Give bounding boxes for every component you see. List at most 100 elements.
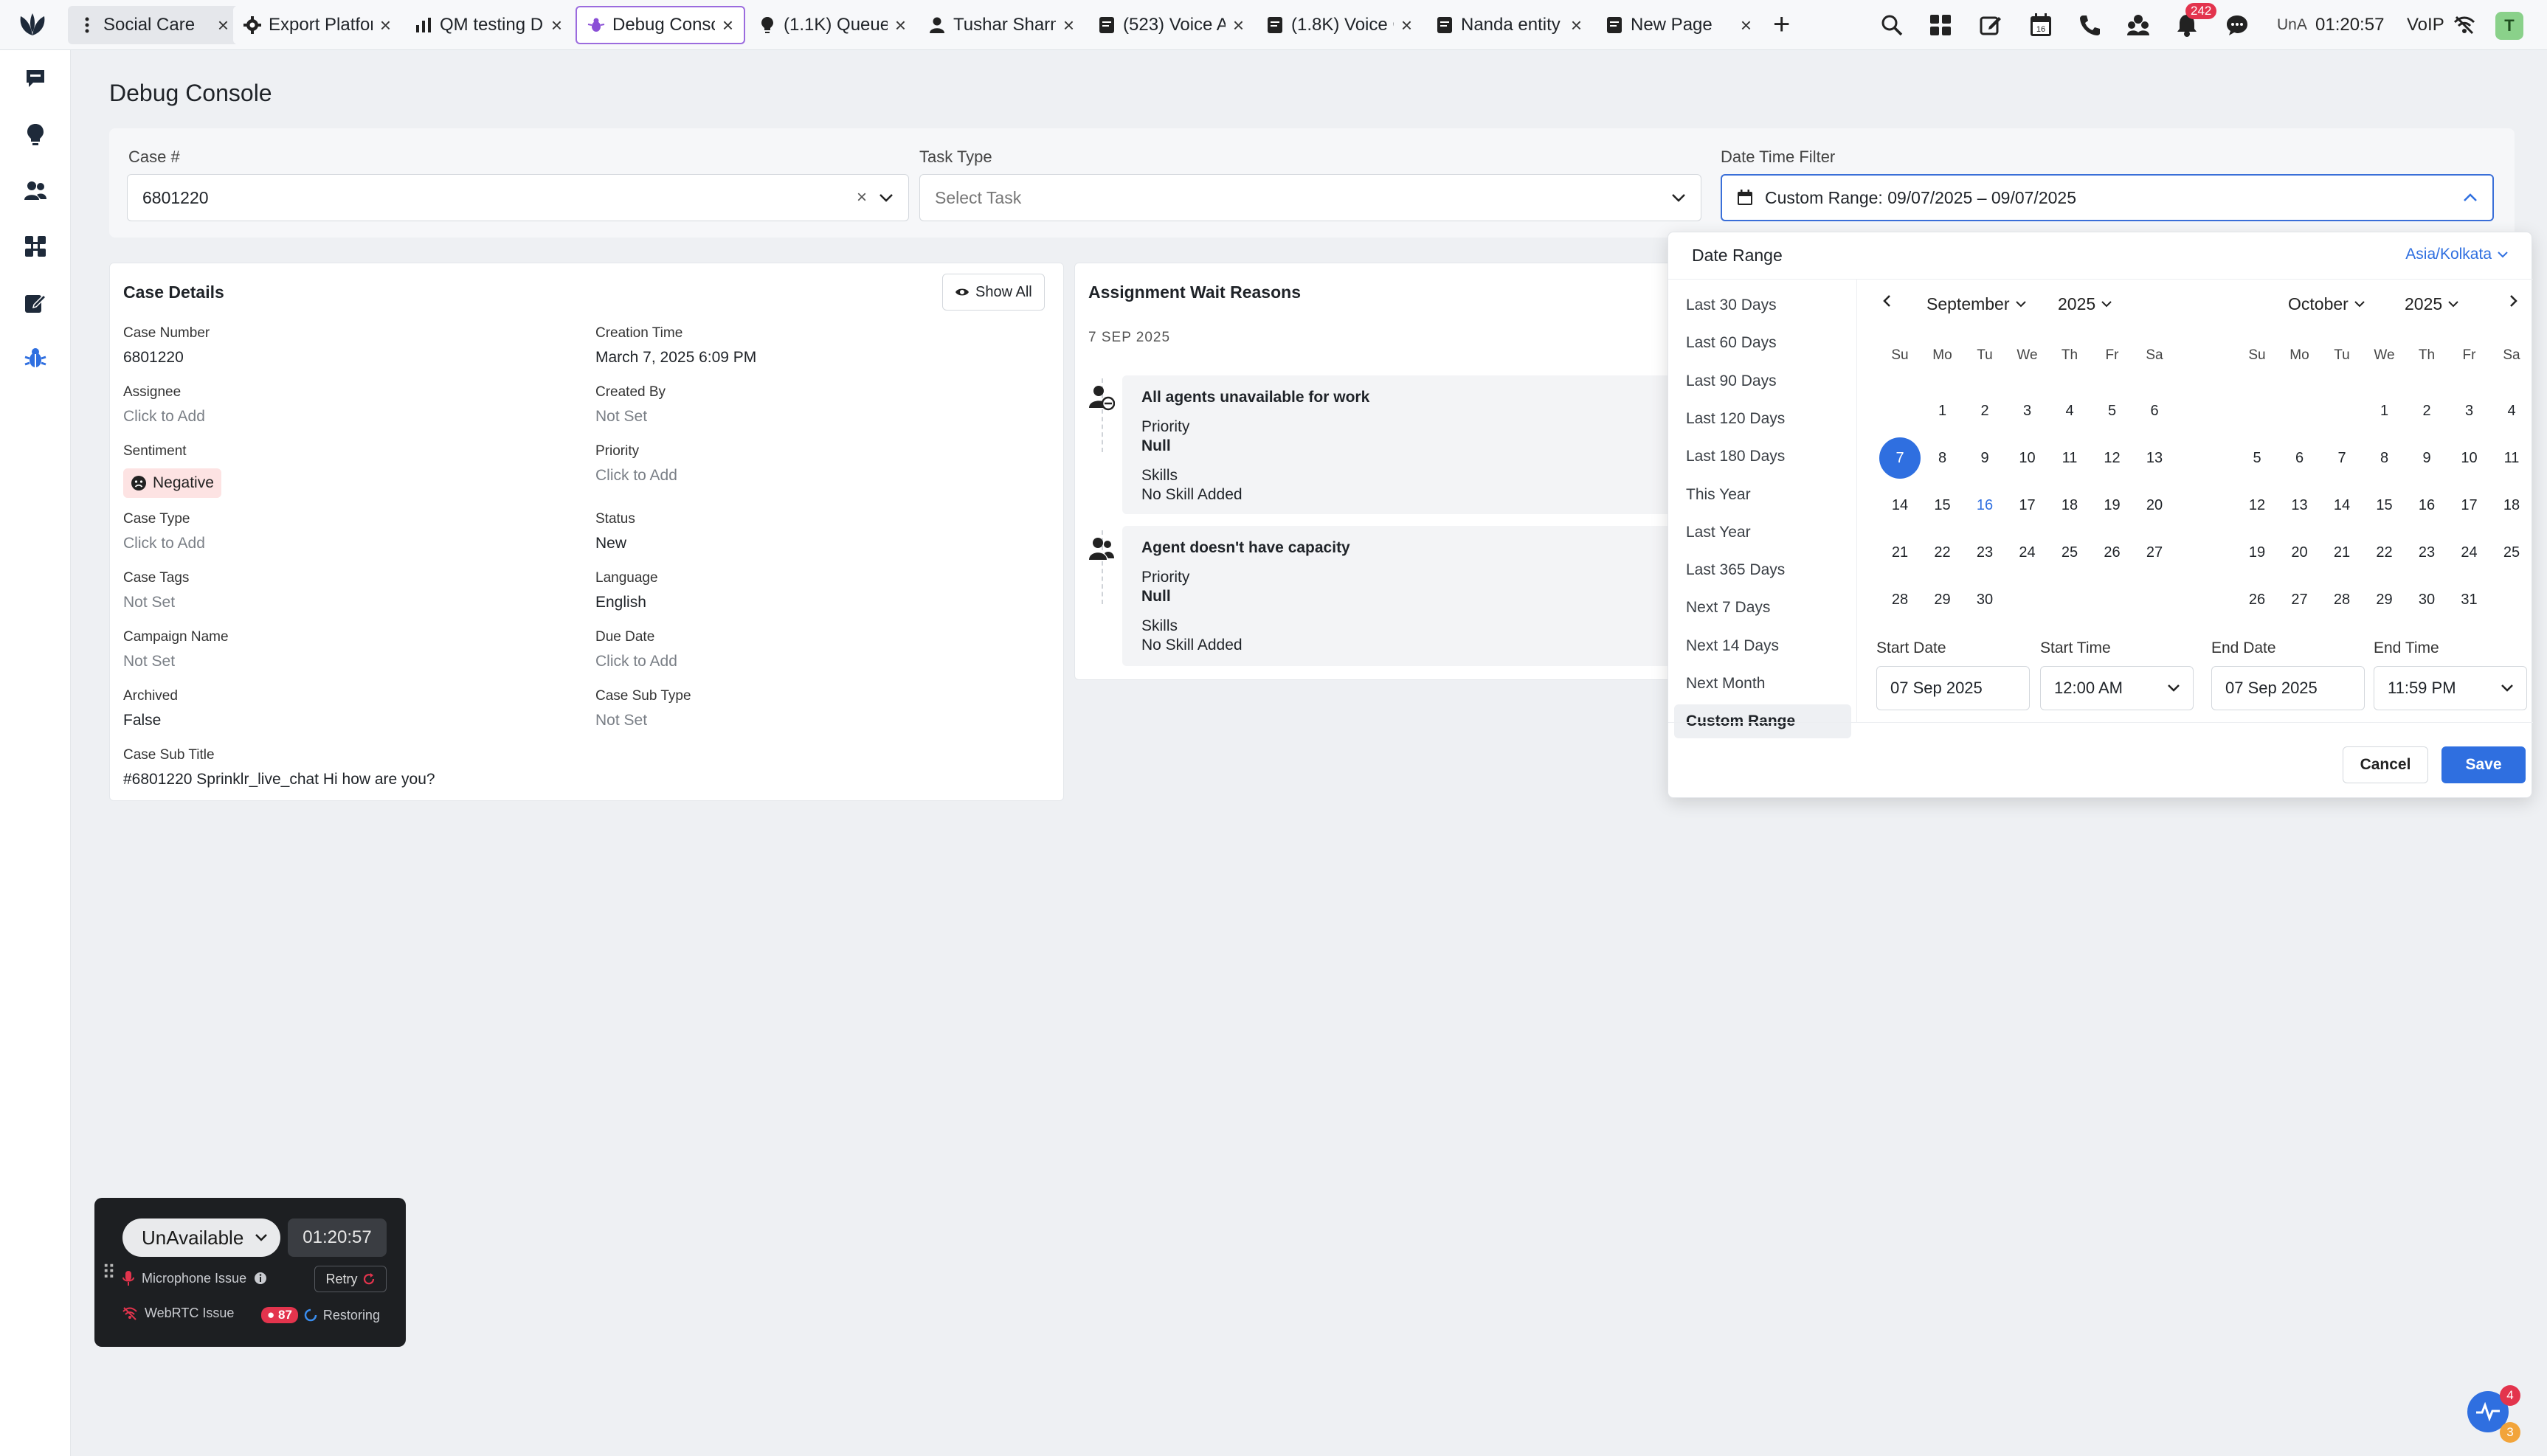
case-field-value[interactable]: Click to Add	[595, 653, 677, 670]
calendar-day-oct-28[interactable]: 28	[2321, 579, 2363, 620]
calendar-day-oct-14[interactable]: 14	[2321, 485, 2363, 526]
close-tab-icon[interactable]: ×	[1233, 14, 1244, 37]
calendar-day-oct-3[interactable]: 3	[2449, 390, 2490, 431]
case-field-value[interactable]: Not Set	[123, 594, 175, 611]
case-field-value[interactable]: Click to Add	[123, 408, 205, 426]
right-year-select[interactable]: 2025	[2405, 294, 2458, 314]
tab-2[interactable]: Export Platfor ×	[233, 6, 401, 44]
case-field-value[interactable]: Not Set	[595, 712, 647, 729]
phone-icon[interactable]	[2076, 12, 2103, 38]
calendar-day-sep-26[interactable]: 26	[2092, 532, 2133, 573]
calendar-day-sep-12[interactable]: 12	[2092, 437, 2133, 479]
calendar-day-oct-30[interactable]: 30	[2406, 579, 2447, 620]
calendar-day-oct-19[interactable]: 19	[2236, 532, 2278, 573]
calendar-day-sep-15[interactable]: 15	[1922, 485, 1963, 526]
start-time-select[interactable]: 12:00 AM	[2040, 666, 2194, 710]
drag-handle-icon[interactable]: ⠿	[102, 1261, 116, 1284]
close-tab-icon[interactable]: ×	[380, 14, 391, 37]
calendar-day-oct-7[interactable]: 7	[2321, 437, 2363, 479]
preset-option[interactable]: Next Month	[1674, 667, 1851, 701]
inbox-icon[interactable]	[22, 65, 49, 91]
calendar-day-oct-1[interactable]: 1	[2364, 390, 2405, 431]
case-field-value[interactable]: Click to Add	[123, 535, 205, 552]
tab-7[interactable]: (523) Voice Ag ×	[1088, 6, 1254, 44]
tab-8[interactable]: (1.8K) Voice C ×	[1256, 6, 1423, 44]
close-tab-icon[interactable]: ×	[1401, 14, 1412, 37]
close-tab-icon[interactable]: ×	[218, 14, 229, 37]
calendar-day-oct-2[interactable]: 2	[2406, 390, 2447, 431]
calendar-day-oct-12[interactable]: 12	[2236, 485, 2278, 526]
calendar-icon[interactable]: 16	[2028, 12, 2054, 38]
close-tab-icon[interactable]: ×	[1741, 14, 1752, 37]
end-time-select[interactable]: 11:59 PM	[2374, 666, 2527, 710]
calendar-day-oct-18[interactable]: 18	[2491, 485, 2532, 526]
preset-option[interactable]: Last 365 Days	[1674, 553, 1851, 587]
prev-month-button[interactable]	[1882, 294, 1891, 308]
sprinklr-logo-icon[interactable]	[16, 10, 49, 40]
end-date-input[interactable]: 07 Sep 2025	[2211, 666, 2365, 710]
calendar-day-sep-30[interactable]: 30	[1964, 579, 2005, 620]
close-tab-icon[interactable]: ×	[1063, 14, 1074, 37]
calendar-day-sep-11[interactable]: 11	[2049, 437, 2090, 479]
calendar-day-oct-24[interactable]: 24	[2449, 532, 2490, 573]
tab-6[interactable]: Tushar Sharm ×	[918, 6, 1085, 44]
apps-grid-icon[interactable]	[1927, 12, 1954, 38]
calendar-day-oct-23[interactable]: 23	[2406, 532, 2447, 573]
calendar-day-sep-9[interactable]: 9	[1964, 437, 2005, 479]
calendar-day-sep-3[interactable]: 3	[2007, 390, 2048, 431]
calendar-day-oct-27[interactable]: 27	[2279, 579, 2320, 620]
tab-3[interactable]: QM testing DE ×	[404, 6, 573, 44]
close-tab-icon[interactable]: ×	[722, 14, 733, 37]
preset-option[interactable]: This Year	[1674, 478, 1851, 512]
calendar-day-oct-20[interactable]: 20	[2279, 532, 2320, 573]
calendar-day-sep-18[interactable]: 18	[2049, 485, 2090, 526]
calendar-day-sep-6[interactable]: 6	[2134, 390, 2175, 431]
preset-option[interactable]: Last 90 Days	[1674, 364, 1851, 398]
tab-1[interactable]: Social Care ×	[68, 6, 239, 44]
calendar-day-oct-29[interactable]: 29	[2364, 579, 2405, 620]
calendar-day-sep-23[interactable]: 23	[1964, 532, 2005, 573]
calendar-day-oct-6[interactable]: 6	[2279, 437, 2320, 479]
close-tab-icon[interactable]: ×	[895, 14, 906, 37]
calendar-day-sep-22[interactable]: 22	[1922, 532, 1963, 573]
calendar-day-oct-15[interactable]: 15	[2364, 485, 2405, 526]
calendar-day-sep-1[interactable]: 1	[1922, 390, 1963, 431]
case-field-value[interactable]: Not Set	[123, 653, 175, 670]
edit-report-icon[interactable]	[22, 289, 49, 316]
new-tab-button[interactable]: +	[1773, 10, 1790, 39]
case-field-value[interactable]: Click to Add	[595, 467, 677, 485]
case-field-value[interactable]: Not Set	[595, 408, 647, 426]
calendar-day-sep-21[interactable]: 21	[1879, 532, 1921, 573]
calendar-day-oct-5[interactable]: 5	[2236, 437, 2278, 479]
calendar-day-oct-16[interactable]: 16	[2406, 485, 2447, 526]
case-number-input[interactable]: 6801220 ×	[127, 174, 909, 221]
timezone-select[interactable]: Asia/Kolkata	[2405, 246, 2508, 263]
preset-option[interactable]: Next 14 Days	[1674, 629, 1851, 663]
compose-icon[interactable]	[1977, 12, 2004, 38]
calendar-day-sep-8[interactable]: 8	[1922, 437, 1963, 479]
right-month-select[interactable]: October	[2288, 294, 2365, 314]
preset-option[interactable]: Last Year	[1674, 516, 1851, 550]
calendar-day-oct-25[interactable]: 25	[2491, 532, 2532, 573]
user-avatar[interactable]: T	[2495, 12, 2523, 40]
calendar-day-oct-10[interactable]: 10	[2449, 437, 2490, 479]
calendar-day-sep-27[interactable]: 27	[2134, 532, 2175, 573]
left-year-select[interactable]: 2025	[2058, 294, 2112, 314]
chat-icon[interactable]	[2224, 12, 2250, 38]
calendar-day-sep-5[interactable]: 5	[2092, 390, 2133, 431]
calendar-day-sep-16[interactable]: 16	[1964, 485, 2005, 526]
network-icon[interactable]	[22, 233, 49, 260]
calendar-day-sep-24[interactable]: 24	[2007, 532, 2048, 573]
calendar-day-oct-8[interactable]: 8	[2364, 437, 2405, 479]
calendar-day-oct-17[interactable]: 17	[2449, 485, 2490, 526]
calendar-day-sep-14[interactable]: 14	[1879, 485, 1921, 526]
tab-5[interactable]: (1.1K) Queues ×	[748, 6, 916, 44]
calendar-day-sep-13[interactable]: 13	[2134, 437, 2175, 479]
clear-icon[interactable]: ×	[857, 187, 867, 208]
calendar-day-oct-11[interactable]: 11	[2491, 437, 2532, 479]
users-icon[interactable]	[22, 177, 49, 204]
calendar-day-sep-25[interactable]: 25	[2049, 532, 2090, 573]
calendar-day-oct-21[interactable]: 21	[2321, 532, 2363, 573]
preset-option[interactable]: Last 30 Days	[1674, 288, 1851, 322]
bug-icon[interactable]	[22, 345, 49, 372]
